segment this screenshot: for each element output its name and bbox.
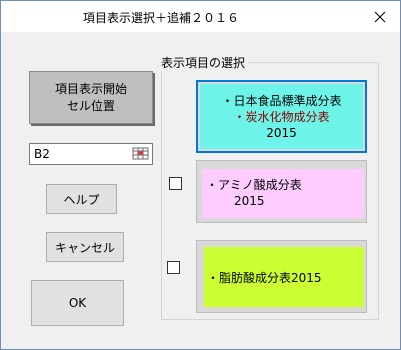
start-cell-position-label-line2: セル位置 <box>66 98 115 113</box>
item-food-composition-carbohydrate-face: ・日本食品標準成分表 ・炭水化物成分表 2015 <box>200 84 363 149</box>
close-button[interactable] <box>360 1 400 32</box>
item3-line1: ・脂肪酸成分表2015 <box>207 270 322 285</box>
item1-line3: 2015 <box>266 125 297 140</box>
title-bar: 項目表示選択＋追補２０１６ <box>1 1 400 32</box>
item2-line2: 2015 <box>234 194 265 208</box>
cell-reference-input[interactable]: B2 <box>29 143 153 165</box>
item-amino-acid-face: ・アミノ酸成分表 2015 <box>202 169 364 218</box>
item-amino-acid[interactable]: ・アミノ酸成分表 2015 <box>196 160 367 223</box>
item-food-composition-carbohydrate[interactable]: ・日本食品標準成分表 ・炭水化物成分表 2015 <box>196 80 367 153</box>
range-select-icon[interactable] <box>132 146 150 162</box>
item-fatty-acid[interactable]: ・脂肪酸成分表2015 <box>196 240 367 313</box>
item-fatty-acid-face: ・脂肪酸成分表2015 <box>204 247 364 307</box>
close-icon <box>374 11 386 22</box>
ok-button[interactable]: OK <box>31 280 124 326</box>
item1-line1: ・日本食品標準成分表 <box>221 93 342 108</box>
fatty-acid-checkbox[interactable] <box>167 261 180 274</box>
start-cell-position-button[interactable]: 項目表示開始 セル位置 <box>29 71 153 124</box>
item2-line1: ・アミノ酸成分表 <box>206 178 302 192</box>
help-button[interactable]: ヘルプ <box>46 184 117 214</box>
amino-acid-checkbox[interactable] <box>169 177 182 190</box>
cell-reference-value: B2 <box>34 147 50 161</box>
window-title: 項目表示選択＋追補２０１６ <box>82 11 239 25</box>
item1-line2: ・炭水化物成分表 <box>233 109 330 124</box>
start-cell-position-label-line1: 項目表示開始 <box>54 81 127 96</box>
display-items-group-label: 表示項目の選択 <box>161 54 249 71</box>
cancel-button[interactable]: キャンセル <box>46 232 124 262</box>
